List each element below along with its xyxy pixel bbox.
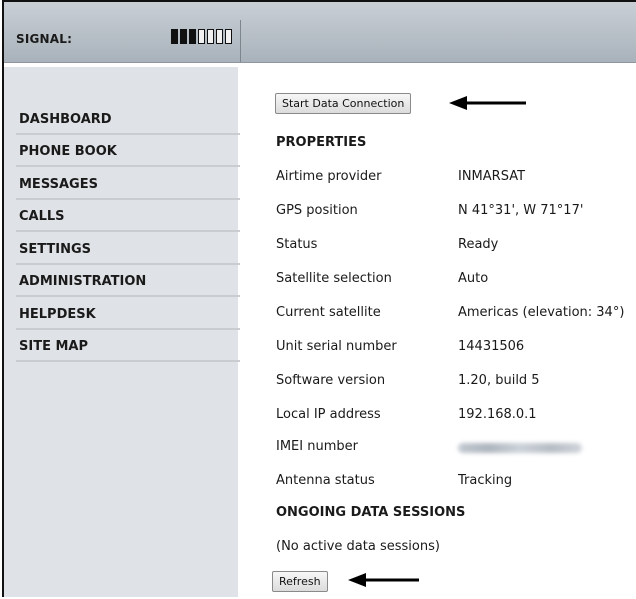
arrow-left-icon bbox=[348, 573, 419, 587]
property-key: Satellite selection bbox=[276, 271, 392, 286]
property-key: Unit serial number bbox=[276, 339, 397, 354]
sidebar-nav: DASHBOARD PHONE BOOK MESSAGES CALLS SETT… bbox=[16, 102, 240, 362]
signal-bar-segment bbox=[216, 29, 223, 44]
header-divider bbox=[240, 20, 241, 62]
properties-heading: PROPERTIES bbox=[276, 135, 367, 150]
refresh-button[interactable]: Refresh bbox=[272, 571, 328, 592]
app-window: SIGNAL: DASHBOARD PHONE BOOK MESSAGES CA… bbox=[2, 0, 636, 597]
property-key: Local IP address bbox=[276, 407, 381, 422]
sidebar-item-dashboard[interactable]: DASHBOARD bbox=[16, 102, 240, 135]
start-data-connection-button[interactable]: Start Data Connection bbox=[275, 93, 412, 114]
property-key: Software version bbox=[276, 373, 386, 388]
property-value: Ready bbox=[458, 237, 499, 252]
property-value: 14431506 bbox=[458, 339, 525, 354]
imei-redacted-value bbox=[458, 439, 582, 457]
ongoing-sessions-heading: ONGOING DATA SESSIONS bbox=[276, 505, 466, 520]
property-key: Airtime provider bbox=[276, 169, 382, 184]
property-key: GPS position bbox=[276, 203, 358, 218]
property-value: Tracking bbox=[458, 473, 513, 488]
sessions-empty-note: (No active data sessions) bbox=[276, 539, 440, 554]
property-key: Status bbox=[276, 237, 318, 252]
signal-bar-segment bbox=[207, 29, 214, 44]
signal-label: SIGNAL: bbox=[16, 32, 73, 46]
property-value: 192.168.0.1 bbox=[458, 407, 537, 422]
property-value: 1.20, build 5 bbox=[458, 373, 540, 388]
property-key: IMEI number bbox=[276, 439, 358, 454]
sidebar: DASHBOARD PHONE BOOK MESSAGES CALLS SETT… bbox=[4, 67, 240, 597]
sidebar-item-helpdesk[interactable]: HELPDESK bbox=[16, 297, 240, 330]
signal-bar-segment bbox=[198, 29, 205, 44]
signal-bar-segment bbox=[180, 29, 187, 44]
signal-bar: SIGNAL: bbox=[4, 2, 636, 63]
sidebar-item-calls[interactable]: CALLS bbox=[16, 200, 240, 232]
property-value: N 41°31', W 71°17' bbox=[458, 203, 584, 218]
arrow-left-icon bbox=[449, 96, 526, 110]
property-key: Antenna status bbox=[276, 473, 375, 488]
signal-strength-indicator bbox=[171, 29, 232, 44]
redaction-blur bbox=[458, 443, 582, 453]
sidebar-item-settings[interactable]: SETTINGS bbox=[16, 232, 240, 265]
signal-bar-segment bbox=[225, 29, 232, 44]
property-value: INMARSAT bbox=[458, 169, 526, 184]
main-content: Start Data Connection PROPERTIES Airtime… bbox=[242, 63, 636, 599]
signal-bar-segment bbox=[171, 29, 178, 44]
signal-bar-segment bbox=[189, 29, 196, 44]
sidebar-item-phone-book[interactable]: PHONE BOOK bbox=[16, 135, 240, 167]
sidebar-item-site-map[interactable]: SITE MAP bbox=[16, 330, 240, 362]
property-key: Current satellite bbox=[276, 305, 381, 320]
sidebar-item-messages[interactable]: MESSAGES bbox=[16, 167, 240, 200]
sidebar-item-administration[interactable]: ADMINISTRATION bbox=[16, 265, 240, 297]
property-value: Auto bbox=[458, 271, 489, 286]
property-value: Americas (elevation: 34°) bbox=[458, 305, 625, 320]
